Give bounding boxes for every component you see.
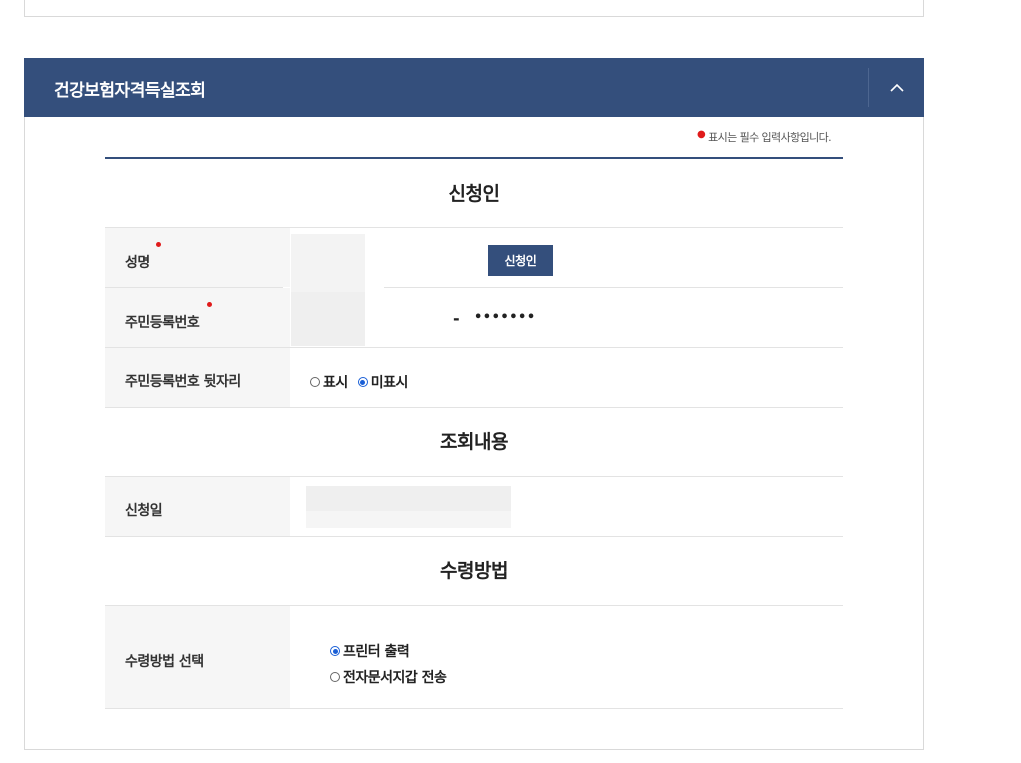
apply-date-value-redacted (306, 511, 511, 528)
divider (384, 287, 843, 288)
divider (105, 407, 843, 408)
required-marker-icon (207, 302, 212, 307)
name-label: 성명 (125, 255, 150, 271)
radio-hide[interactable]: 미표시 (357, 372, 409, 392)
required-marker-icon (156, 242, 161, 247)
panel-header: 건강보험자격득실조회 (24, 58, 924, 117)
radio-show-label: 표시 (323, 375, 348, 391)
rrn-back-label: 주민등록번호 뒷자리 (125, 374, 241, 390)
radio-button-checked-icon[interactable] (357, 377, 368, 387)
required-dot-icon: ● (697, 129, 706, 140)
required-note: ● 표시는 필수 입력사항입니다. (697, 129, 832, 145)
radio-e-wallet-label: 전자문서지갑 전송 (343, 670, 447, 686)
divider (105, 708, 843, 709)
radio-button-checked-icon[interactable] (330, 646, 340, 656)
radio-button-icon[interactable] (310, 377, 320, 387)
divider (105, 536, 843, 537)
label-cell-rrn: 주민등록번호 (105, 288, 290, 347)
rrn-dash: - (453, 309, 460, 328)
receipt-radio-group: 프린터 출력 전자문서지갑 전송 (330, 641, 456, 693)
radio-printer-label: 프린터 출력 (343, 644, 410, 660)
previous-panel-bottom (24, 0, 924, 17)
radio-button-icon[interactable] (330, 672, 340, 682)
name-value-redacted (291, 234, 365, 292)
receipt-method-label: 수령방법 선택 (125, 654, 204, 670)
label-cell-rrn-back: 주민등록번호 뒷자리 (105, 348, 290, 407)
radio-printer[interactable]: 프린터 출력 (330, 641, 446, 661)
radio-e-wallet[interactable]: 전자문서지갑 전송 (330, 667, 447, 687)
rrn-masked-digits: ••••••• (474, 310, 536, 325)
label-cell-name: 성명 (105, 228, 290, 287)
apply-date-label: 신청일 (125, 503, 163, 519)
form-top-line (105, 157, 843, 159)
radio-hide-label: 미표시 (370, 375, 409, 391)
collapse-button[interactable] (869, 58, 924, 117)
label-cell-receipt-method: 수령방법 선택 (105, 606, 290, 708)
panel-title: 건강보험자격득실조회 (54, 81, 206, 101)
section-title-query: 조회내용 (440, 431, 508, 453)
apply-date-value-redacted (306, 486, 511, 511)
rrn-back-radio-group: 표시 미표시 (310, 372, 418, 392)
section-title-receipt: 수령방법 (440, 560, 508, 582)
section-title-applicant: 신청인 (448, 183, 500, 205)
applicant-button[interactable]: 신청인 (488, 245, 553, 276)
chevron-up-icon (889, 83, 904, 92)
label-cell-apply-date: 신청일 (105, 477, 290, 536)
rrn-label: 주민등록번호 (125, 315, 200, 331)
rrn-value-redacted (291, 292, 365, 346)
required-note-text: 표시는 필수 입력사항입니다. (708, 131, 832, 144)
radio-show[interactable]: 표시 (310, 372, 348, 392)
